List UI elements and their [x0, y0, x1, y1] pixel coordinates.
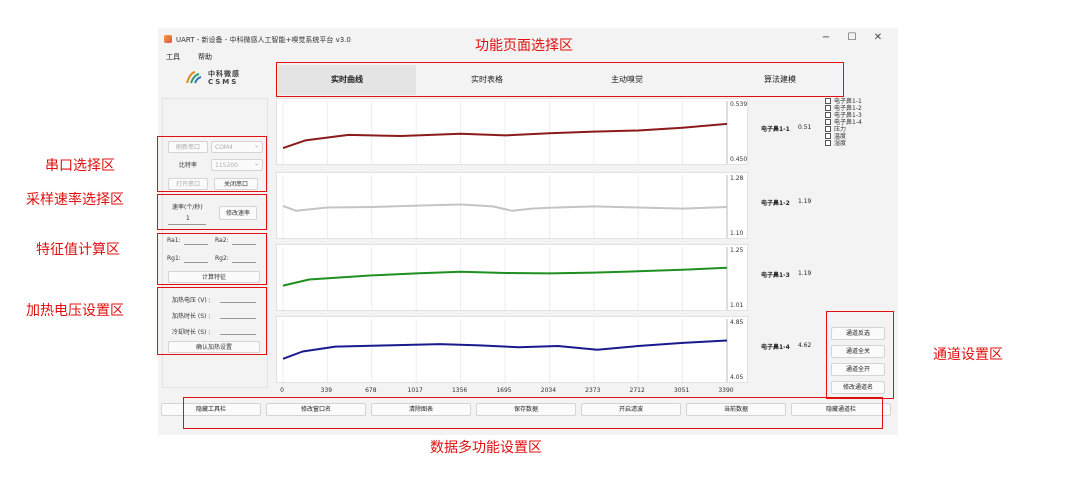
- annotation-rate: 采样速率选择区: [26, 192, 124, 208]
- maximize-button[interactable]: ☐: [842, 32, 862, 43]
- x-tick-label: 0: [280, 387, 284, 394]
- checkbox-icon[interactable]: [825, 112, 831, 118]
- chart-svg: [282, 175, 728, 238]
- channel-value-label: 1.19: [798, 198, 812, 205]
- checkbox-icon[interactable]: [825, 119, 831, 125]
- logo-text-en: CSMS: [208, 78, 239, 86]
- channel-value-label: 1.19: [798, 270, 812, 277]
- channel-checkbox-label: 湿度: [834, 140, 847, 147]
- y-max-label: 4.85: [730, 319, 744, 326]
- checkbox-icon[interactable]: [825, 98, 831, 104]
- channel-name-label: 电子鼻1-1: [761, 126, 790, 133]
- channel-value-label: 4.62: [798, 342, 812, 349]
- channel-checkbox-label: 电子鼻1-4: [834, 119, 862, 126]
- y-max-label: 0.539: [730, 101, 748, 108]
- annotation-data: 数据多功能设置区: [430, 440, 542, 456]
- checkbox-icon[interactable]: [825, 133, 831, 139]
- menu-tools[interactable]: 工具: [166, 52, 180, 62]
- annotation-feature: 特征值计算区: [36, 242, 120, 258]
- x-tick-label: 339: [320, 387, 333, 394]
- y-min-label: 4.05: [730, 374, 744, 381]
- x-tick-label: 2373: [585, 387, 601, 394]
- channel-checkbox[interactable]: 温度: [825, 133, 895, 140]
- close-button[interactable]: ✕: [868, 32, 888, 43]
- channel-checkbox-label: 温度: [834, 133, 847, 140]
- channel-checkbox-label: 压力: [834, 126, 847, 133]
- rate-highlight: [157, 194, 267, 230]
- channel-value-label: 0.51: [798, 124, 812, 131]
- serial-highlight: [157, 136, 267, 192]
- y-max-label: 1.25: [730, 247, 744, 254]
- channel-checkbox-label: 电子鼻1-3: [834, 112, 862, 119]
- menu-help[interactable]: 帮助: [198, 52, 212, 62]
- checkbox-icon[interactable]: [825, 126, 831, 132]
- page-select-highlight: [276, 62, 844, 97]
- channel-checkbox[interactable]: 电子鼻1-1: [825, 98, 895, 105]
- annotation-serial: 串口选择区: [45, 158, 115, 174]
- y-min-label: 1.10: [730, 230, 744, 237]
- data-highlight: [183, 397, 883, 429]
- annotation-channel: 通道设置区: [933, 347, 1003, 363]
- channel-name-label: 电子鼻1-3: [761, 272, 790, 279]
- annotation-heating: 加热电压设置区: [26, 303, 124, 319]
- checkbox-icon[interactable]: [825, 105, 831, 111]
- channel-list: 电子鼻1-1 电子鼻1-2 电子鼻1-3 电子鼻1-4 压力 温度 湿度: [825, 98, 895, 147]
- y-min-label: 1.01: [730, 302, 744, 309]
- channel-checkbox[interactable]: 电子鼻1-3: [825, 112, 895, 119]
- chart-svg: [282, 101, 728, 164]
- feature-highlight: [157, 233, 267, 285]
- chart-svg: [282, 247, 728, 310]
- channel-highlight: [826, 311, 894, 399]
- chart-panel: 1.25 1.01: [276, 244, 748, 311]
- x-tick-label: 3051: [673, 387, 690, 394]
- x-tick-label: 678: [365, 387, 377, 394]
- checkbox-icon[interactable]: [825, 140, 831, 146]
- x-tick-label: 2034: [540, 387, 557, 394]
- annotation-page-select: 功能页面选择区: [475, 38, 573, 54]
- channel-checkbox[interactable]: 电子鼻1-4: [825, 119, 895, 126]
- x-tick-label: 3390: [718, 387, 734, 394]
- heating-highlight: [157, 287, 267, 355]
- minimize-button[interactable]: −: [816, 32, 836, 43]
- chart-panel: 4.85 4.05: [276, 316, 748, 383]
- channel-checkbox[interactable]: 压力: [825, 126, 895, 133]
- chart-panel: 1.28 1.10: [276, 172, 748, 239]
- chart-svg: [282, 319, 728, 382]
- channel-name-label: 电子鼻1-2: [761, 200, 790, 207]
- x-tick-label: 1695: [496, 387, 512, 394]
- channel-checkbox-label: 电子鼻1-1: [834, 98, 862, 105]
- y-min-label: 0.450: [730, 156, 748, 163]
- channel-checkbox[interactable]: 湿度: [825, 140, 895, 147]
- x-tick-label: 1017: [407, 387, 423, 394]
- app-icon: [164, 35, 172, 43]
- channel-checkbox[interactable]: 电子鼻1-2: [825, 105, 895, 112]
- chart-panel: 0.539 0.450: [276, 98, 748, 165]
- channel-checkbox-label: 电子鼻1-2: [834, 105, 862, 112]
- channel-name-label: 电子鼻1-4: [761, 344, 790, 351]
- logo-icon: [186, 71, 202, 84]
- window-title: UART - 新设备 - 中科微感人工智能+嗅觉系统平台 v3.0: [176, 36, 351, 44]
- x-tick-label: 1356: [451, 387, 468, 394]
- logo: 中科微感 CSMS: [170, 68, 270, 92]
- y-max-label: 1.28: [730, 175, 744, 182]
- x-tick-label: 2712: [629, 387, 645, 394]
